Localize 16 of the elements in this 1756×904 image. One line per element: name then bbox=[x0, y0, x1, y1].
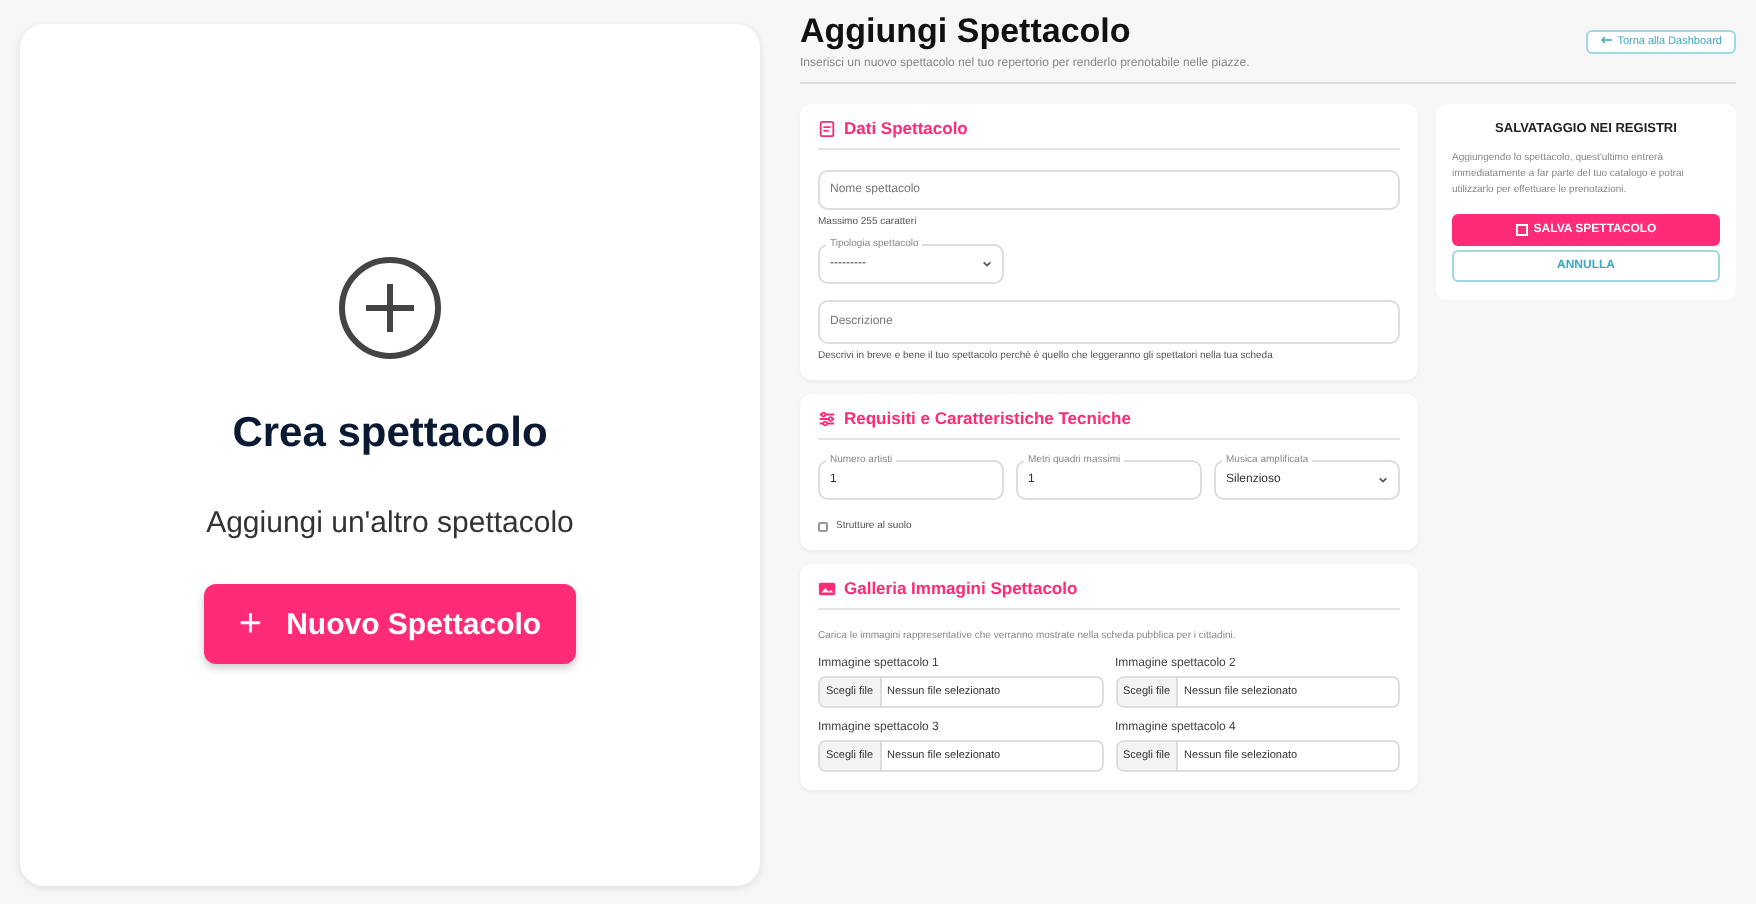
section-title: Dati Spettacolo bbox=[844, 118, 968, 138]
new-show-button[interactable]: + Nuovo Spettacolo bbox=[204, 584, 576, 664]
image-icon bbox=[818, 579, 836, 597]
checkbox[interactable] bbox=[818, 521, 828, 531]
page-title: Aggiungi Spettacolo bbox=[800, 12, 1133, 52]
plus-circle-icon bbox=[336, 254, 444, 362]
chevron-down-icon bbox=[982, 260, 992, 268]
arrow-left-icon bbox=[1599, 36, 1612, 44]
section-title: Requisiti e Caratteristiche Tecniche bbox=[844, 408, 1131, 428]
chevron-down-icon bbox=[1378, 476, 1388, 484]
section-title: Galleria Immagini Spettacolo bbox=[844, 578, 1078, 598]
sliders-icon bbox=[818, 409, 836, 427]
card-subtitle: Aggiungi un'altro spettacolo bbox=[206, 506, 574, 540]
document-icon bbox=[818, 119, 836, 137]
save-icon bbox=[1515, 224, 1528, 236]
card-title: Crea spettacolo bbox=[232, 410, 548, 458]
